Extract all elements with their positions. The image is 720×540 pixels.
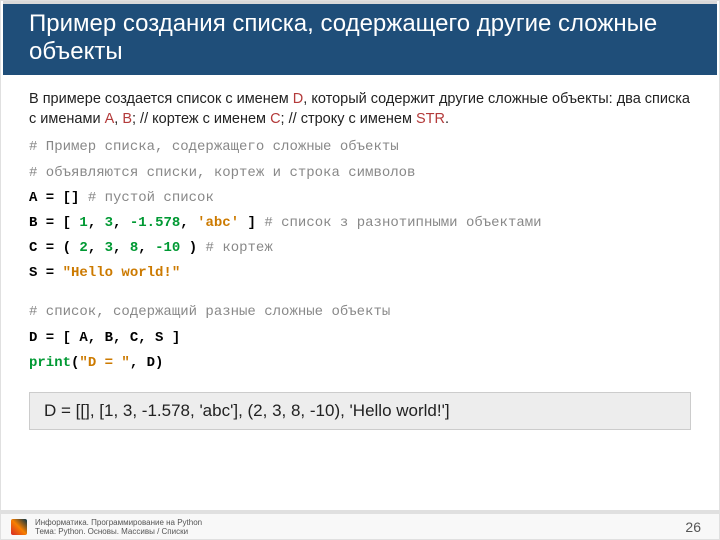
slide-content: В примере создается список с именем D, к… xyxy=(1,76,719,510)
output-box: D = [[], [1, 3, -1.578, 'abc'], (2, 3, 8… xyxy=(29,392,691,430)
code-line: # Пример списка, содержащего сложные объ… xyxy=(29,135,691,160)
slide-title-bar: Пример создания списка, содержащего друг… xyxy=(3,1,717,76)
code-line: # объявляются списки, кортеж и строка си… xyxy=(29,161,691,186)
slide-title: Пример создания списка, содержащего друг… xyxy=(29,10,691,65)
slide-footer: Информатика. Программирование на Python … xyxy=(1,510,719,539)
output-text: D = [[], [1, 3, -1.578, 'abc'], (2, 3, 8… xyxy=(44,401,450,420)
intro-paragraph: В примере создается список с именем D, к… xyxy=(29,90,691,129)
footer-text: Информатика. Программирование на Python … xyxy=(35,518,202,536)
code-block: # Пример списка, содержащего сложные объ… xyxy=(29,135,691,376)
code-line: print("D = ", D) xyxy=(29,351,691,376)
footer-logo-icon xyxy=(11,519,27,535)
code-line: # список, содержащий разные сложные объе… xyxy=(29,300,691,325)
footer-line2: Тема: Python. Основы. Массивы / Списки xyxy=(35,527,202,536)
footer-line1: Информатика. Программирование на Python xyxy=(35,518,202,527)
code-line: D = [ A, B, C, S ] xyxy=(29,326,691,351)
footer-left: Информатика. Программирование на Python … xyxy=(11,518,202,536)
code-line xyxy=(29,286,691,300)
code-line: A = [] # пустой список xyxy=(29,186,691,211)
code-line: S = "Hello world!" xyxy=(29,261,691,286)
code-line: C = ( 2, 3, 8, -10 ) # кортеж xyxy=(29,236,691,261)
code-line: B = [ 1, 3, -1.578, 'abc' ] # список з р… xyxy=(29,211,691,236)
page-number: 26 xyxy=(685,519,701,535)
